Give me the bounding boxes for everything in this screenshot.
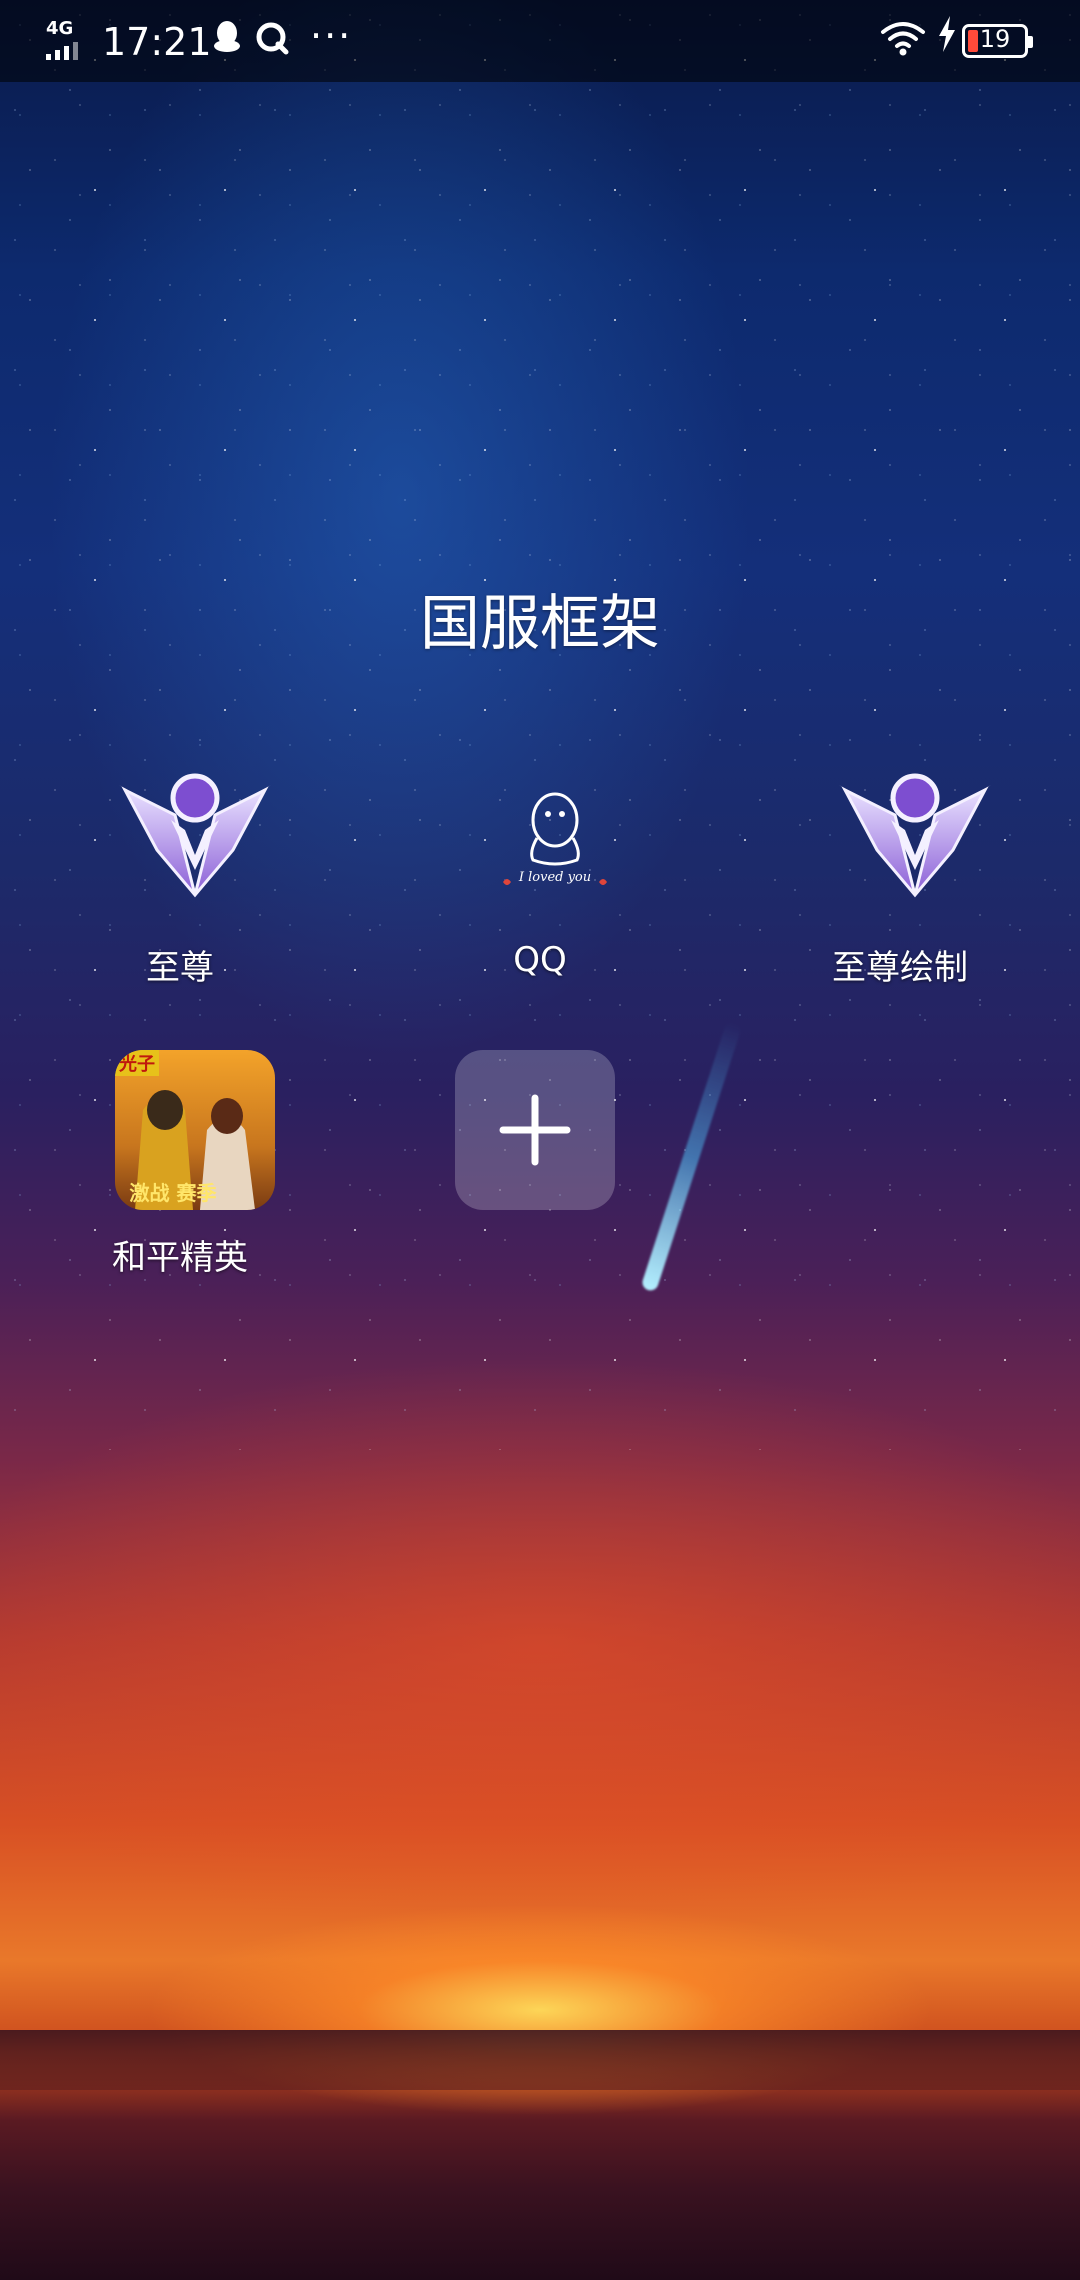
add-app-button[interactable]	[400, 1050, 640, 1290]
browser-notification-icon	[254, 20, 290, 65]
supreme-emblem-icon	[835, 760, 995, 920]
clock: 17:21	[102, 20, 212, 64]
cellular-signal-icon: 4G	[44, 18, 94, 62]
horizon-decoration	[0, 2030, 1080, 2090]
plus-icon	[455, 1050, 615, 1210]
charging-icon	[937, 16, 957, 61]
game-badge-bottom: 激战 赛季	[130, 1181, 217, 1205]
qq-icon-caption: I loved you	[518, 870, 592, 885]
home-screen: 4G 17:21 ··· 19 国服框架 至尊 I loved you QQ 至…	[0, 0, 1080, 2280]
battery-icon: 19	[962, 24, 1033, 58]
network-type: 4G	[46, 18, 74, 39]
app-label: 至尊	[146, 948, 214, 988]
folder-title[interactable]: 国服框架	[0, 575, 1080, 662]
app-label: 和平精英	[112, 1238, 248, 1278]
app-supreme[interactable]: 至尊	[60, 760, 300, 1000]
qq-notification-icon	[212, 20, 242, 63]
app-peace-elite[interactable]: 光子 激战 赛季 和平精英	[60, 1050, 300, 1290]
more-notifications-icon: ···	[310, 14, 353, 58]
peace-elite-game-icon: 光子 激战 赛季	[115, 1050, 275, 1210]
status-bar: 4G 17:21 ··· 19	[0, 0, 1080, 82]
qq-penguin-icon: I loved you	[475, 760, 635, 920]
wifi-icon	[880, 20, 926, 62]
battery-level: 19	[979, 25, 1011, 53]
app-qq[interactable]: I loved you QQ	[420, 760, 660, 1000]
app-supreme-draw[interactable]: 至尊绘制	[780, 760, 1020, 1000]
supreme-emblem-icon	[115, 760, 275, 920]
game-badge-top: 光子	[118, 1053, 155, 1075]
app-label: 至尊绘制	[832, 948, 968, 988]
app-label: QQ	[513, 940, 567, 980]
